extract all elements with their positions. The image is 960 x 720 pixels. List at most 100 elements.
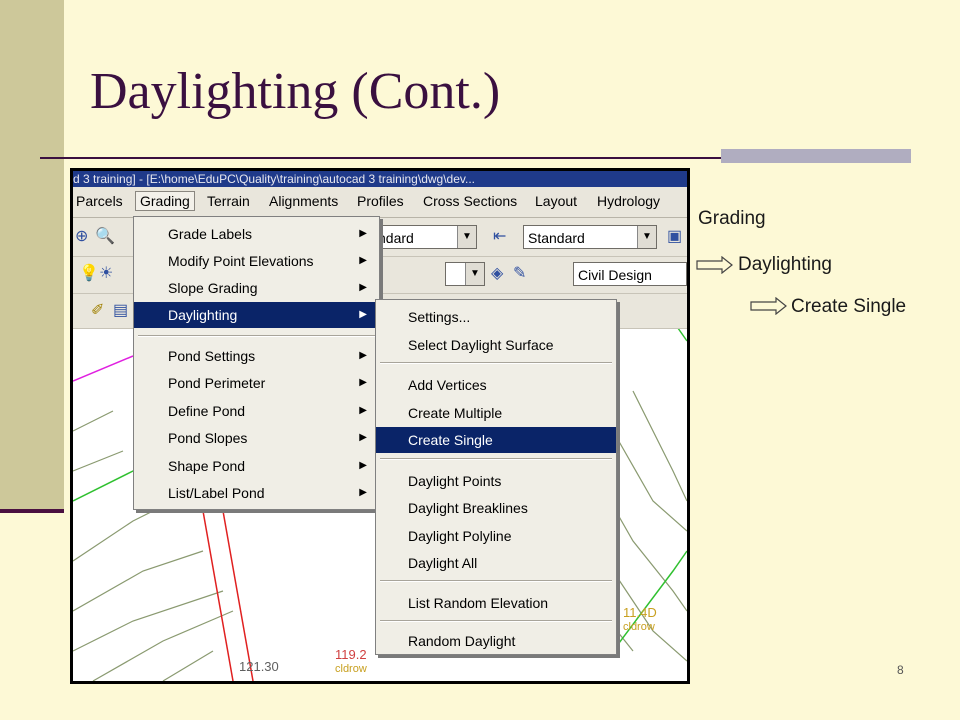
path-step-create-single: Create Single bbox=[791, 296, 907, 317]
menu-item-label: Settings... bbox=[408, 309, 471, 325]
path-step-daylighting: Daylighting bbox=[738, 254, 832, 275]
menu-item-label: Modify Point Elevations bbox=[168, 253, 314, 269]
menu-terrain[interactable]: Terrain bbox=[207, 193, 250, 209]
menu-item-label: Create Multiple bbox=[408, 405, 503, 421]
slide-sidebar bbox=[0, 0, 64, 510]
menu-item-random-daylight[interactable]: Random Daylight bbox=[376, 628, 616, 654]
submenu-arrow-icon: ▶ bbox=[359, 405, 367, 416]
menu-item-create-multiple[interactable]: Create Multiple bbox=[376, 400, 616, 426]
menu-parcels[interactable]: Parcels bbox=[76, 193, 123, 209]
menu-separator bbox=[380, 580, 612, 582]
menu-item-label: Daylighting bbox=[168, 307, 238, 323]
menu-item-label: Pond Perimeter bbox=[168, 375, 266, 391]
menu-item-daylight-all[interactable]: Daylight All bbox=[376, 550, 616, 576]
menu-item-label: Daylight Polyline bbox=[408, 528, 512, 544]
menu-item-add-vertices[interactable]: Add Vertices bbox=[376, 372, 616, 398]
submenu-arrow-icon: ▶ bbox=[359, 460, 367, 471]
style-combo-left[interactable]: ndard ▼ bbox=[373, 225, 477, 249]
submenu-arrow-icon: ▶ bbox=[359, 432, 367, 443]
layer-combo[interactable]: Civil Design bbox=[573, 262, 687, 286]
menu-item-label: Add Vertices bbox=[408, 377, 487, 393]
layer-tool-icon[interactable]: ✎ bbox=[513, 263, 526, 283]
menu-item-label: Grade Labels bbox=[168, 226, 253, 242]
menu-item-modify-point-elevations[interactable]: Modify Point Elevations ▶ bbox=[134, 248, 379, 274]
menu-item-pond-slopes[interactable]: Pond Slopes ▶ bbox=[134, 425, 379, 451]
menu-item-shape-pond[interactable]: Shape Pond ▶ bbox=[134, 453, 379, 479]
lightbulb-icon[interactable]: 💡 bbox=[79, 263, 99, 283]
path-step-grading: Grading bbox=[698, 208, 766, 229]
menu-item-select-daylight-surface[interactable]: Select Daylight Surface bbox=[376, 332, 616, 358]
menu-separator bbox=[380, 362, 612, 364]
menu-item-label: Define Pond bbox=[168, 403, 246, 419]
menu-item-slope-grading[interactable]: Slope Grading ▶ bbox=[134, 275, 379, 301]
menu-item-label: Pond Settings bbox=[168, 348, 256, 364]
submenu-arrow-icon: ▶ bbox=[359, 377, 367, 388]
menu-separator bbox=[380, 620, 612, 622]
menu-grading[interactable]: Grading bbox=[135, 191, 195, 211]
menu-item-label: Daylight Breaklines bbox=[408, 500, 528, 516]
menu-item-label: Shape Pond bbox=[168, 458, 246, 474]
menu-item-label: Random Daylight bbox=[408, 633, 516, 649]
drawing-label-code2: cldrow bbox=[623, 621, 655, 633]
menu-item-pond-settings[interactable]: Pond Settings ▶ bbox=[134, 343, 379, 369]
menu-profiles[interactable]: Profiles bbox=[357, 193, 404, 209]
arrow-right-icon bbox=[696, 256, 733, 274]
menu-item-label: List Random Elevation bbox=[408, 595, 549, 611]
app-title-bar: d 3 training] - [E:\home\EduPC\Quality\t… bbox=[73, 171, 687, 187]
pencil-icon[interactable]: ✐ bbox=[91, 300, 104, 320]
menu-item-label: List/Label Pond bbox=[168, 485, 265, 501]
chevron-down-icon: ▼ bbox=[457, 226, 476, 248]
submenu-arrow-icon: ▶ bbox=[359, 228, 367, 239]
dimension-style-icon[interactable]: ⇤ bbox=[493, 226, 506, 246]
menu-item-label: Select Daylight Surface bbox=[408, 337, 554, 353]
menu-item-daylight-points[interactable]: Daylight Points bbox=[376, 468, 616, 494]
menu-item-daylight-polyline[interactable]: Daylight Polyline bbox=[376, 523, 616, 549]
app-screenshot: d 3 training] - [E:\home\EduPC\Quality\t… bbox=[70, 168, 690, 684]
menu-layout[interactable]: Layout bbox=[535, 193, 577, 209]
menu-item-list-random-elevation[interactable]: List Random Elevation bbox=[376, 590, 616, 616]
sidebar-accent-line bbox=[0, 509, 64, 513]
page-number: 8 bbox=[897, 663, 904, 677]
grading-menu: Grade Labels ▶ Modify Point Elevations ▶ S… bbox=[133, 216, 380, 510]
drawing-label-elev2: 119.2 bbox=[335, 647, 367, 662]
menu-item-pond-perimeter[interactable]: Pond Perimeter ▶ bbox=[134, 370, 379, 396]
drawing-label-code1: cldrow bbox=[335, 663, 367, 675]
menu-hydrology[interactable]: Hydrology bbox=[597, 193, 660, 209]
menu-alignments[interactable]: Alignments bbox=[269, 193, 338, 209]
style-combo-standard[interactable]: Standard ▼ bbox=[523, 225, 657, 249]
app-menubar: Parcels Grading Terrain Alignments Profi… bbox=[73, 187, 687, 218]
drawing-label-elev1: 121.30 bbox=[239, 659, 279, 674]
title-rule-accent bbox=[721, 149, 911, 163]
submenu-arrow-icon: ▶ bbox=[359, 255, 367, 266]
zoom-icon[interactable]: ⊕ bbox=[75, 226, 88, 246]
layer-combo-value: Civil Design bbox=[578, 267, 652, 283]
style-combo-left-value: ndard bbox=[378, 230, 414, 246]
menu-item-settings[interactable]: Settings... bbox=[376, 304, 616, 330]
zoom-in-icon[interactable]: 🔍 bbox=[95, 226, 115, 246]
daylighting-submenu: Settings... Select Daylight Surface Add … bbox=[375, 299, 617, 655]
chevron-down-icon: ▼ bbox=[465, 263, 484, 285]
sun-icon[interactable]: ☀ bbox=[99, 263, 113, 283]
submenu-arrow-icon: ▶ bbox=[359, 309, 367, 320]
layer-combo-small[interactable]: ▼ bbox=[445, 262, 485, 286]
menu-item-create-single[interactable]: Create Single bbox=[376, 427, 616, 453]
properties-icon[interactable]: ▣ bbox=[667, 226, 682, 246]
submenu-arrow-icon: ▶ bbox=[359, 282, 367, 293]
layer-icon[interactable]: ◈ bbox=[491, 263, 503, 283]
menu-item-daylight-breaklines[interactable]: Daylight Breaklines bbox=[376, 495, 616, 521]
menu-item-daylighting[interactable]: Daylighting ▶ bbox=[134, 302, 379, 328]
menu-item-label: Slope Grading bbox=[168, 280, 258, 296]
menu-item-label: Daylight All bbox=[408, 555, 478, 571]
drawing-label-elev3: 11.4D bbox=[623, 605, 657, 620]
menu-cross-sections[interactable]: Cross Sections bbox=[423, 193, 517, 209]
menu-item-define-pond[interactable]: Define Pond ▶ bbox=[134, 398, 379, 424]
menu-separator bbox=[138, 335, 375, 337]
menu-item-grade-labels[interactable]: Grade Labels ▶ bbox=[134, 221, 379, 247]
submenu-arrow-icon: ▶ bbox=[359, 350, 367, 361]
slide-title: Daylighting (Cont.) bbox=[90, 63, 501, 120]
menu-item-label: Create Single bbox=[408, 432, 493, 448]
chevron-down-icon: ▼ bbox=[637, 226, 656, 248]
style-combo-standard-value: Standard bbox=[528, 230, 585, 246]
menu-item-list-label-pond[interactable]: List/Label Pond ▶ bbox=[134, 480, 379, 506]
object-icon[interactable]: ▤ bbox=[113, 300, 128, 320]
